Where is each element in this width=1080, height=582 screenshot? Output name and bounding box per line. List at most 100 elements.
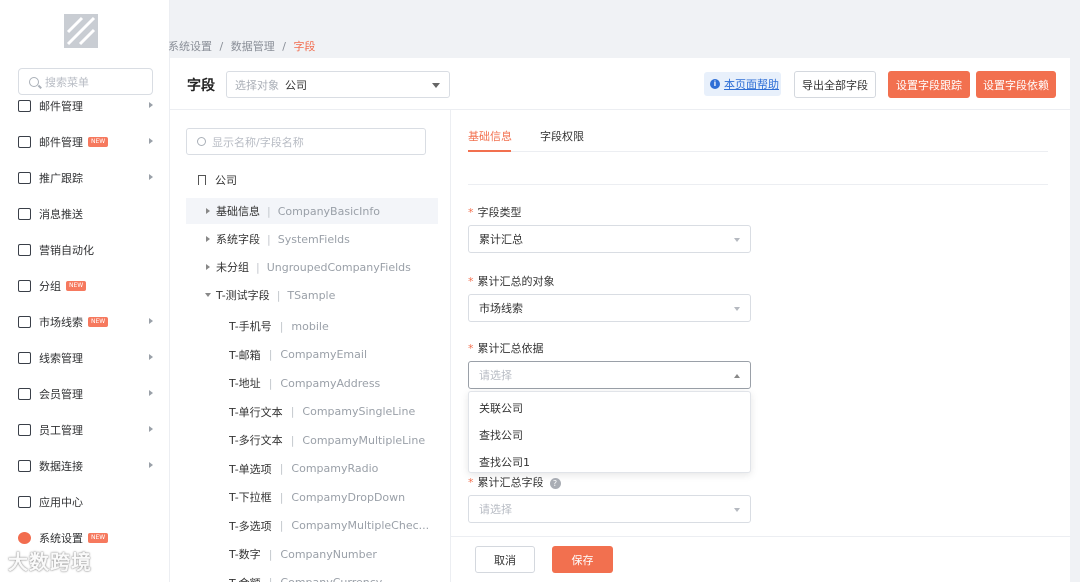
field-type-select[interactable]: 累计汇总: [468, 225, 751, 253]
field-search-input[interactable]: 显示名称/字段名称: [186, 128, 426, 155]
tree-field-item[interactable]: T-邮箱 | CompamyEmail: [229, 342, 439, 368]
target-icon: [18, 172, 31, 184]
main-content: 显示名称/字段名称 公司 基础信息 | CompanyBasicInfo 系统字段 | S…: [170, 110, 1070, 582]
sidebar-item[interactable]: 会员管理: [0, 382, 170, 406]
rollup-object-select[interactable]: 市场线索: [468, 294, 751, 322]
caret-right-icon[interactable]: [206, 264, 210, 270]
rollup-basis-select[interactable]: 请选择: [468, 361, 751, 389]
sidebar-item[interactable]: 员工管理: [0, 418, 170, 442]
save-button[interactable]: 保存: [552, 546, 613, 573]
new-badge: NEW: [88, 137, 109, 147]
sidebar-item[interactable]: 分组 NEW: [0, 274, 170, 298]
required-mark: *: [468, 206, 474, 219]
tree-field-item[interactable]: T-下拉框 | CompamyDropDown: [229, 484, 439, 510]
rollup-basis-placeholder: 请选择: [479, 369, 512, 382]
tree-field-item[interactable]: T-地址 | CompamyAddress: [229, 370, 439, 396]
sidebar-item[interactable]: 消息推送: [0, 202, 170, 226]
settings-icon: [18, 532, 31, 544]
sidebar-item[interactable]: 推广跟踪: [0, 166, 170, 190]
breadcrumb-separator: /: [219, 40, 224, 53]
app-center-icon: [18, 496, 31, 508]
tree-field-item[interactable]: T-金额 | CompanyCurrency: [229, 570, 439, 582]
tab-basic-info[interactable]: 基础信息: [468, 128, 512, 144]
tree-field-label: T-多行文本: [229, 434, 283, 447]
page-title: 字段: [187, 78, 215, 94]
caret-right-icon[interactable]: [206, 208, 210, 214]
sidebar-item-label: 数据连接: [39, 460, 83, 473]
sidebar-item[interactable]: 应用中心: [0, 490, 170, 514]
tree-field-item[interactable]: T-单行文本 | CompamySingleLine: [229, 399, 439, 425]
tree-field-label: T-下拉框: [229, 491, 272, 504]
dropdown-option[interactable]: 查找公司: [479, 427, 523, 443]
sidebar-item[interactable]: 数据连接: [0, 454, 170, 478]
leads-icon: [18, 316, 31, 328]
tree-field-item[interactable]: T-数字 | CompanyNumber: [229, 541, 439, 567]
rollup-object-label: * 累计汇总的对象: [468, 273, 555, 289]
menu-search-input[interactable]: 搜索菜单: [18, 68, 153, 95]
data-link-icon: [18, 460, 31, 472]
caret-right-icon[interactable]: [206, 236, 210, 242]
tree-field-item[interactable]: T-多行文本 | CompamyMultipleLine: [229, 427, 439, 453]
search-icon: [29, 76, 39, 87]
tree-node-label: 未分组: [216, 261, 249, 274]
breadcrumb-system-settings[interactable]: 系统设置: [168, 40, 212, 53]
field-dependency-button[interactable]: 设置字段依赖: [976, 71, 1056, 98]
rollup-basis-dropdown: 关联公司 查找公司 查找公司1: [468, 391, 751, 473]
tree-field-item[interactable]: T-多选项 | CompamyMultipleChec...: [229, 513, 439, 539]
dropdown-option[interactable]: 查找公司1: [479, 454, 530, 470]
tree-group-node[interactable]: 基础信息 | CompanyBasicInfo: [186, 198, 438, 224]
tree-field-label: T-地址: [229, 377, 261, 390]
tab-field-permissions[interactable]: 字段权限: [540, 128, 584, 144]
rollup-field-select[interactable]: 请选择: [468, 495, 751, 523]
tree-separator: |: [279, 519, 284, 532]
caret-down-icon[interactable]: [205, 293, 211, 297]
chevron-right-icon: [149, 390, 153, 396]
tree-group-node[interactable]: T-测试字段 | TSample: [186, 282, 438, 308]
bookmark-icon: [198, 175, 206, 185]
sidebar-item[interactable]: 营销自动化: [0, 238, 170, 262]
export-fields-button[interactable]: 导出全部字段: [794, 71, 876, 98]
help-icon[interactable]: ?: [549, 477, 561, 489]
sidebar-item[interactable]: 线索管理: [0, 346, 170, 370]
tree-field-api-name: CompanyCurrency: [280, 576, 382, 582]
chevron-right-icon: [149, 318, 153, 324]
send-icon: [18, 208, 31, 220]
sidebar-item-label: 分组: [39, 280, 61, 293]
breadcrumb-data-management[interactable]: 数据管理: [231, 40, 275, 53]
field-tracking-button[interactable]: 设置字段跟踪: [888, 71, 970, 98]
sidebar-item[interactable]: 邮件管理 NEW: [0, 130, 170, 154]
tree-field-api-name: mobile: [291, 319, 329, 333]
tree-separator: |: [276, 288, 281, 302]
tree-separator: |: [290, 405, 295, 418]
tree-separator: |: [269, 576, 273, 582]
tree-field-api-name: CompamyAddress: [280, 376, 381, 390]
tab-active-indicator: [468, 150, 511, 152]
new-badge: NEW: [88, 533, 109, 543]
tree-group-node[interactable]: 系统字段 | SystemFields: [186, 226, 438, 252]
field-type-label: * 字段类型: [468, 204, 522, 220]
required-mark: *: [468, 476, 474, 489]
required-mark: *: [468, 275, 474, 288]
sidebar-item-label: 线索管理: [39, 352, 83, 365]
sidebar-item-label: 消息推送: [39, 208, 83, 221]
chevron-down-icon: [734, 307, 740, 311]
tree-root[interactable]: 公司: [198, 172, 237, 188]
tree-node-label: 基础信息: [216, 205, 260, 218]
sidebar-item[interactable]: 市场线索 NEW: [0, 310, 170, 334]
page-help-label: 本页面帮助: [724, 78, 779, 91]
dropdown-option[interactable]: 关联公司: [479, 400, 523, 416]
page-help-link[interactable]: i 本页面帮助: [704, 72, 781, 96]
object-select[interactable]: 选择对象 公司: [226, 71, 450, 98]
sidebar-item-label: 会员管理: [39, 388, 83, 401]
sidebar-item[interactable]: 邮件管理: [0, 94, 170, 118]
watermark-logo: 大数跨境: [8, 550, 92, 574]
tree-separator: |: [279, 490, 284, 504]
tree-group-node[interactable]: 未分组 | UngroupedCompanyFields: [186, 254, 438, 280]
group-icon: [18, 280, 31, 292]
cancel-button[interactable]: 取消: [475, 546, 535, 573]
tree-field-item[interactable]: T-手机号 | mobile: [229, 313, 439, 339]
diamond-icon: [18, 388, 31, 400]
chevron-down-icon: [734, 238, 740, 242]
tree-field-item[interactable]: T-单选项 | CompamyRadio: [229, 456, 439, 482]
tree-separator: |: [267, 232, 271, 246]
